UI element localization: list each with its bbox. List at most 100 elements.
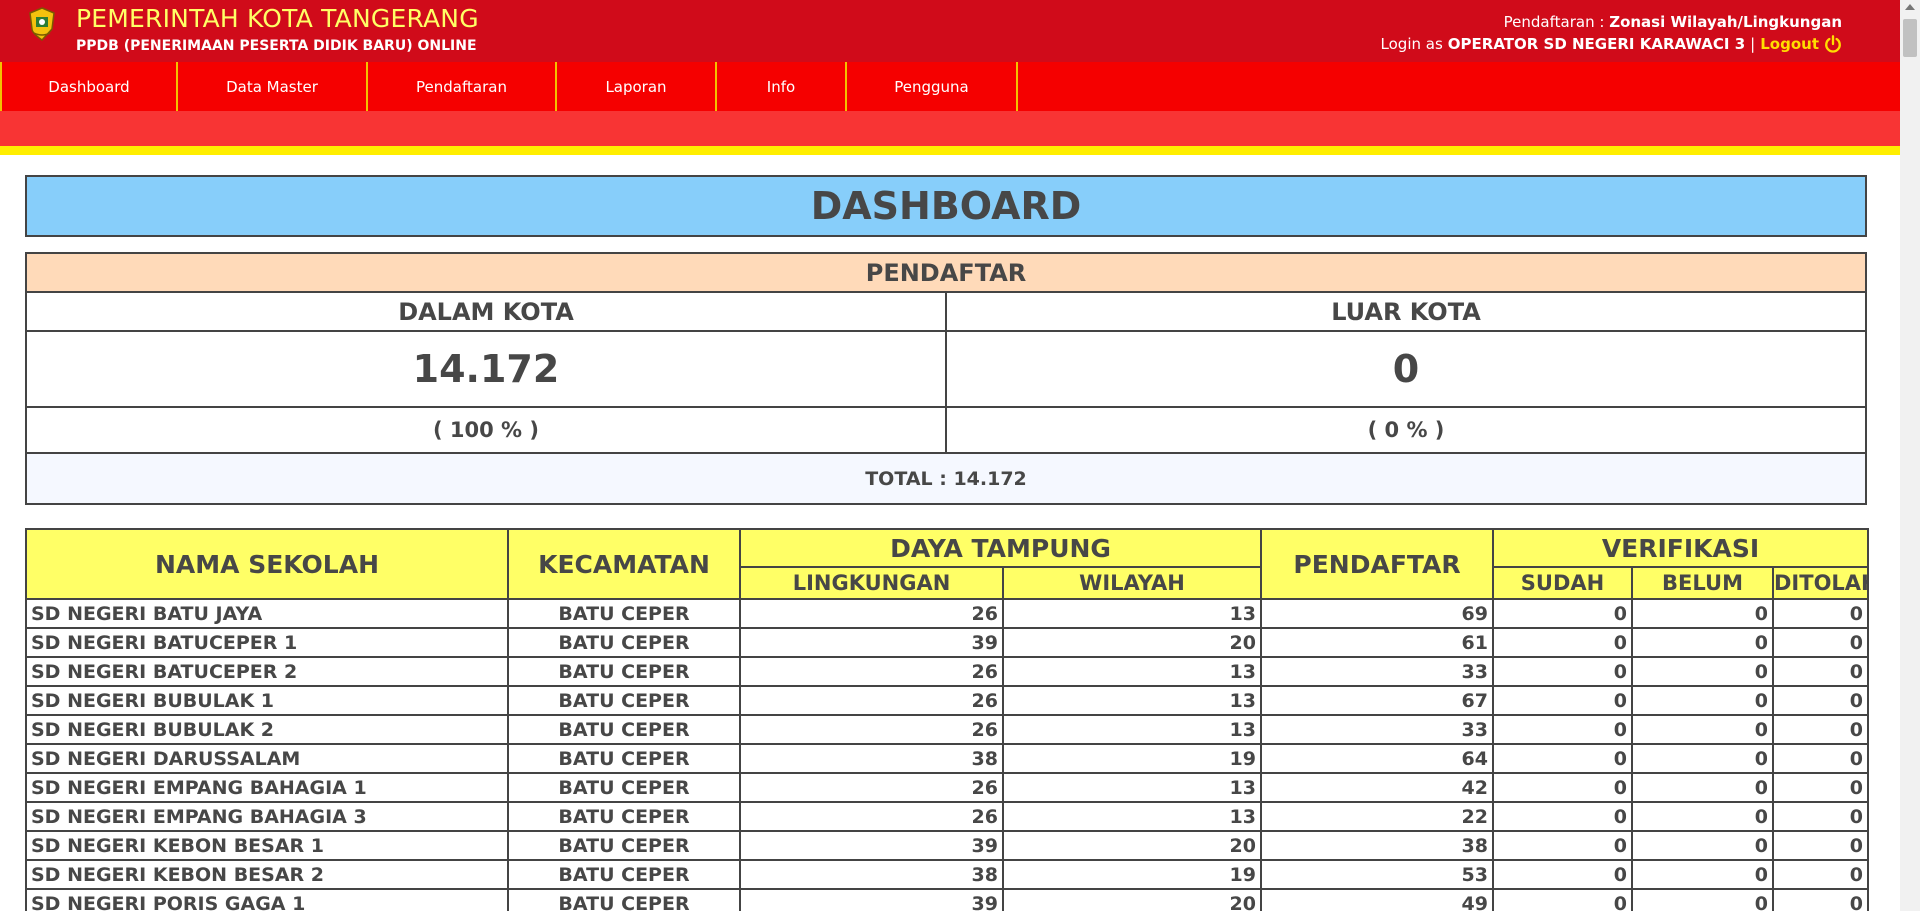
cell-lingkungan: 26 [739, 714, 1004, 745]
table-row: SD NEGERI BATUCEPER 2 BATU CEPER 26 13 33 0 0 0 [25, 656, 1870, 687]
user-info: Login as OPERATOR SD NEGERI KARAWACI 3 |… [1381, 35, 1842, 53]
cell-belum: 0 [1631, 627, 1774, 658]
cell-wilayah: 13 [1002, 656, 1262, 687]
cell-belum: 0 [1631, 801, 1774, 832]
nav-pengguna[interactable]: Pengguna [847, 62, 1018, 111]
cell-belum: 0 [1631, 598, 1774, 629]
cell-sudah: 0 [1492, 772, 1633, 803]
header-ditolak: DITOLAK [1771, 566, 1870, 600]
table-row: SD NEGERI DARUSSALAM BATU CEPER 38 19 64 0 0 0 [25, 743, 1870, 774]
page-scrollbar[interactable] [1900, 0, 1920, 911]
site-title: PEMERINTAH KOTA TANGERANG [76, 4, 479, 33]
header-band [0, 111, 1900, 146]
table-row: SD NEGERI BUBULAK 2 BATU CEPER 26 13 33 0 0 0 [25, 714, 1870, 745]
dalam-kota-count: 14.172 [25, 330, 947, 408]
cell-belum: 0 [1631, 685, 1774, 716]
cell-wilayah: 13 [1002, 598, 1262, 629]
cell-lingkungan: 26 [739, 772, 1004, 803]
header-nama-sekolah: NAMA SEKOLAH [25, 528, 509, 600]
cell-wilayah: 13 [1002, 714, 1262, 745]
cell-nama-sekolah: SD NEGERI BUBULAK 2 [25, 714, 509, 745]
table-row: SD NEGERI KEBON BESAR 2 BATU CEPER 38 19 53 0… [25, 859, 1870, 890]
dalam-kota-label: DALAM KOTA [25, 291, 947, 332]
pendaftar-total: TOTAL : 14.172 [25, 452, 1867, 505]
cell-ditolak: 0 [1771, 627, 1870, 658]
cell-lingkungan: 26 [739, 656, 1004, 687]
cell-kecamatan: BATU CEPER [507, 859, 741, 890]
registration-mode: Pendaftaran : Zonasi Wilayah/Lingkungan [1504, 13, 1842, 31]
cell-pendaftar: 33 [1260, 656, 1494, 687]
header-daya-tampung: DAYA TAMPUNG [739, 528, 1262, 568]
cell-lingkungan: 26 [739, 598, 1004, 629]
registration-label: Pendaftaran : [1503, 13, 1605, 31]
tangerang-crest-icon [29, 7, 55, 41]
cell-kecamatan: BATU CEPER [507, 656, 741, 687]
cell-sudah: 0 [1492, 714, 1633, 745]
nav-info[interactable]: Info [717, 62, 847, 111]
cell-lingkungan: 26 [739, 801, 1004, 832]
login-user: OPERATOR SD NEGERI KARAWACI 3 [1447, 35, 1746, 53]
cell-belum: 0 [1631, 714, 1774, 745]
cell-sudah: 0 [1492, 685, 1633, 716]
cell-pendaftar: 22 [1260, 801, 1494, 832]
cell-ditolak: 0 [1771, 685, 1870, 716]
nav-data-master[interactable]: Data Master [178, 62, 368, 111]
cell-nama-sekolah: SD NEGERI EMPANG BAHAGIA 1 [25, 772, 509, 803]
dalam-kota-percent: ( 100 % ) [25, 406, 947, 454]
luar-kota-count: 0 [945, 330, 1867, 408]
cell-kecamatan: BATU CEPER [507, 598, 741, 629]
cell-belum: 0 [1631, 772, 1774, 803]
table-row: SD NEGERI KEBON BESAR 1 BATU CEPER 39 20 38 0… [25, 830, 1870, 861]
cell-sudah: 0 [1492, 888, 1633, 911]
cell-sudah: 0 [1492, 743, 1633, 774]
cell-wilayah: 20 [1002, 888, 1262, 911]
cell-wilayah: 13 [1002, 685, 1262, 716]
registration-value: Zonasi Wilayah/Lingkungan [1609, 13, 1842, 31]
cell-kecamatan: BATU CEPER [507, 627, 741, 658]
table-row: SD NEGERI PORIS GAGA 1 BATU CEPER 39 20 49 0 0… [25, 888, 1870, 911]
logout-link[interactable]: Logout [1760, 35, 1819, 53]
luar-kota-percent: ( 0 % ) [945, 406, 1867, 454]
cell-lingkungan: 38 [739, 859, 1004, 890]
cell-kecamatan: BATU CEPER [507, 685, 741, 716]
cell-ditolak: 0 [1771, 830, 1870, 861]
cell-kecamatan: BATU CEPER [507, 743, 741, 774]
cell-ditolak: 0 [1771, 714, 1870, 745]
nav-dashboard[interactable]: Dashboard [0, 62, 178, 111]
header-kecamatan: KECAMATAN [507, 528, 741, 600]
cell-sudah: 0 [1492, 830, 1633, 861]
header-lingkungan: LINGKUNGAN [739, 566, 1004, 600]
main-nav: Dashboard Data Master Pendaftaran Lapora… [0, 62, 1900, 111]
table-row: SD NEGERI BATUCEPER 1 BATU CEPER 39 20 61 0 0 0 [25, 627, 1870, 658]
cell-lingkungan: 39 [739, 627, 1004, 658]
table-row: SD NEGERI BUBULAK 1 BATU CEPER 26 13 67 0 0 0 [25, 685, 1870, 716]
cell-pendaftar: 42 [1260, 772, 1494, 803]
cell-belum: 0 [1631, 743, 1774, 774]
power-icon[interactable] [1824, 35, 1842, 53]
cell-ditolak: 0 [1771, 772, 1870, 803]
scroll-up-arrow-icon[interactable] [1905, 4, 1915, 10]
site-subtitle: PPDB (PENERIMAAN PESERTA DIDIK BARU) ONL… [76, 38, 477, 54]
cell-nama-sekolah: SD NEGERI KEBON BESAR 1 [25, 830, 509, 861]
cell-ditolak: 0 [1771, 743, 1870, 774]
school-table: NAMA SEKOLAH KECAMATAN DAYA TAMPUNG PEND… [25, 528, 1870, 911]
cell-wilayah: 20 [1002, 627, 1262, 658]
nav-pendaftaran[interactable]: Pendaftaran [368, 62, 557, 111]
cell-wilayah: 20 [1002, 830, 1262, 861]
scrollbar-thumb[interactable] [1903, 19, 1917, 57]
cell-wilayah: 19 [1002, 743, 1262, 774]
cell-wilayah: 19 [1002, 859, 1262, 890]
cell-ditolak: 0 [1771, 888, 1870, 911]
cell-lingkungan: 38 [739, 743, 1004, 774]
table-row: SD NEGERI BATU JAYA BATU CEPER 26 13 69 0 0 0 [25, 598, 1870, 629]
luar-kota-label: LUAR KOTA [945, 291, 1867, 332]
cell-pendaftar: 61 [1260, 627, 1494, 658]
cell-ditolak: 0 [1771, 598, 1870, 629]
header-sudah: SUDAH [1492, 566, 1633, 600]
school-table-body: SD NEGERI BATU JAYA BATU CEPER 26 13 69 0 0 0 SD… [25, 598, 1870, 911]
nav-laporan[interactable]: Laporan [557, 62, 717, 111]
header-pendaftar: PENDAFTAR [1260, 528, 1494, 600]
cell-pendaftar: 38 [1260, 830, 1494, 861]
header-verifikasi: VERIFIKASI [1491, 528, 1870, 568]
cell-ditolak: 0 [1771, 859, 1870, 890]
